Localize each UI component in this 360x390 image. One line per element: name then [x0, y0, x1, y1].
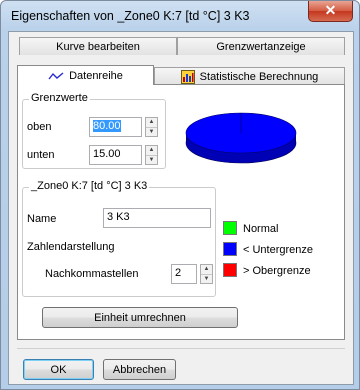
- name-label: Name: [27, 213, 57, 225]
- tab-label: Grenzwertanzeige: [216, 40, 306, 53]
- name-input[interactable]: 3 K3: [103, 208, 211, 228]
- nachkommastellen-label: Nachkommastellen: [45, 268, 139, 280]
- title-bar[interactable]: Eigenschaften von _Zone0 K:7 [td °C] 3 K…: [1, 1, 359, 31]
- properties-dialog: Eigenschaften von _Zone0 K:7 [td °C] 3 K…: [0, 0, 360, 390]
- tab-label: Kurve bearbeiten: [56, 40, 140, 53]
- tab-panel-datenreihe: Grenzwerte oben 80.00 ▲ ▼ unten 15.00 ▲ ▼: [17, 84, 345, 340]
- ok-button[interactable]: OK: [23, 359, 94, 380]
- series-line-icon: [48, 71, 64, 81]
- spin-down-icon[interactable]: ▼: [146, 128, 157, 137]
- spin-up-icon[interactable]: ▲: [201, 265, 212, 275]
- oben-spinner[interactable]: ▲ ▼: [145, 117, 158, 137]
- cancel-button[interactable]: Abbrechen: [103, 359, 176, 380]
- statistics-icon: [180, 69, 195, 84]
- legend-swatch-normal: [223, 221, 237, 235]
- spin-down-icon[interactable]: ▼: [146, 156, 157, 165]
- unten-label: unten: [27, 149, 55, 161]
- grenzwerte-group: Grenzwerte oben 80.00 ▲ ▼ unten 15.00 ▲ ▼: [22, 92, 166, 169]
- einheit-umrechnen-button[interactable]: Einheit umrechnen: [42, 307, 238, 328]
- legend-swatch-untergrenze: [223, 242, 237, 256]
- nachkommastellen-spinner[interactable]: ▲ ▼: [200, 264, 213, 284]
- legend-label-untergrenze: < Untergrenze: [243, 244, 314, 256]
- legend-label-normal: Normal: [243, 223, 279, 235]
- tab-kurve-bearbeiten[interactable]: Kurve bearbeiten: [19, 37, 177, 55]
- oben-input[interactable]: 80.00: [89, 117, 142, 137]
- separator: [17, 348, 345, 349]
- dialog-client-area: Kurve bearbeiten Grenzwertanzeige Datenr…: [8, 31, 354, 385]
- legend-label-obergrenze: > Obergrenze: [243, 265, 311, 277]
- unten-spinner[interactable]: ▲ ▼: [145, 145, 158, 165]
- window-title: Eigenschaften von _Zone0 K:7 [td °C] 3 K…: [11, 9, 250, 23]
- tab-grenzwertanzeige[interactable]: Grenzwertanzeige: [177, 37, 345, 55]
- pie-chart: [185, 112, 297, 164]
- spin-up-icon[interactable]: ▲: [146, 146, 157, 156]
- group-title: _Zone0 K:7 [td °C] 3 K3: [29, 180, 150, 192]
- tab-label: Statistische Berechnung: [199, 70, 319, 83]
- nachkommastellen-input[interactable]: 2: [171, 264, 197, 284]
- tab-datenreihe[interactable]: Datenreihe: [17, 65, 154, 85]
- spin-down-icon[interactable]: ▼: [201, 275, 212, 284]
- unten-input[interactable]: 15.00: [89, 145, 142, 165]
- oben-label: oben: [27, 121, 52, 133]
- legend-swatch-obergrenze: [223, 263, 237, 277]
- series-group: _Zone0 K:7 [td °C] 3 K3 Name 3 K3 Zahlen…: [22, 180, 216, 297]
- tab-statistische-berechnung[interactable]: Statistische Berechnung: [154, 67, 345, 85]
- tab-label: Datenreihe: [69, 69, 123, 82]
- close-button[interactable]: ✕: [308, 1, 353, 22]
- zahlendarstellung-label: Zahlendarstellung: [27, 241, 115, 253]
- group-title: Grenzwerte: [29, 92, 90, 104]
- spin-up-icon[interactable]: ▲: [146, 118, 157, 128]
